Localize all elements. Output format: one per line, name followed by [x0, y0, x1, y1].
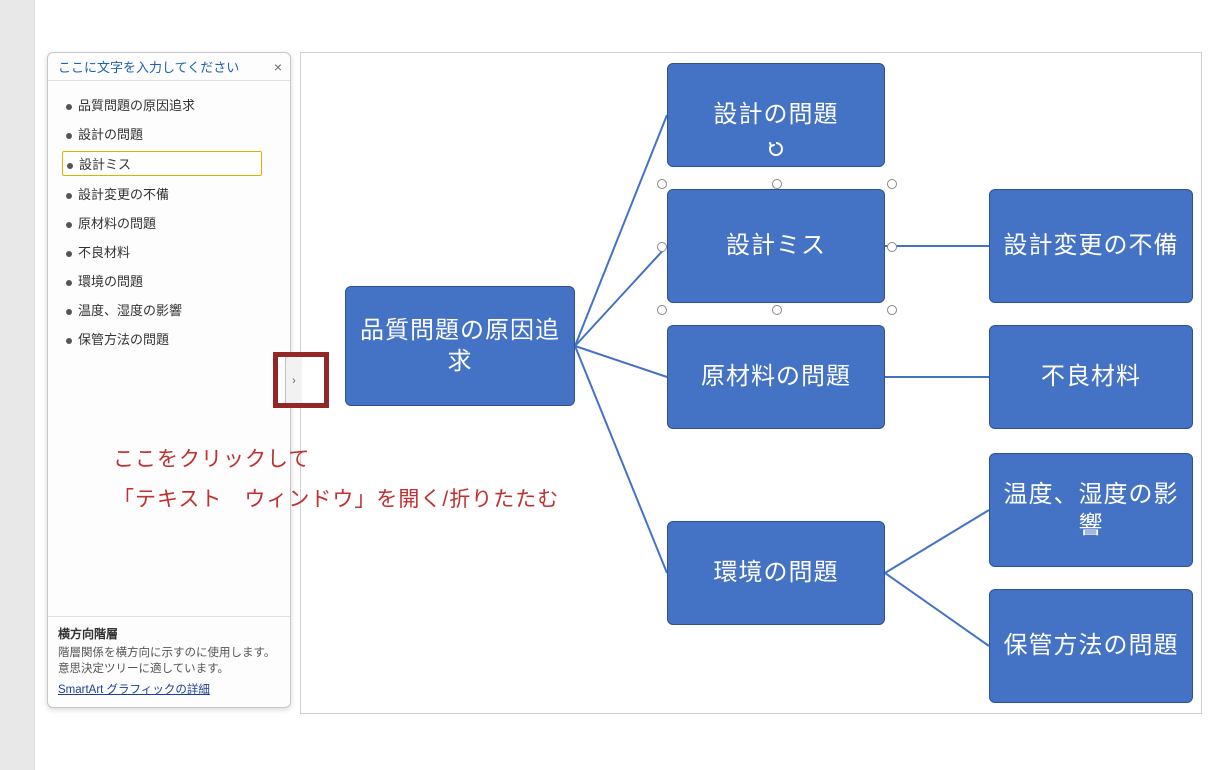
bullet-icon [66, 133, 72, 139]
outline-item[interactable]: 保管方法の問題 [62, 325, 282, 352]
smartart-text-pane[interactable]: ここに文字を入力してください × 品質問題の原因追求設計の問題設計ミス設計変更の… [47, 52, 291, 708]
selection-handle[interactable] [772, 305, 782, 315]
outline-item[interactable]: 設計ミス [62, 149, 282, 178]
left-gutter [0, 0, 35, 770]
layout-description: 階層関係を横方向に示すのに使用します。意思決定ツリーに適しています。 [58, 645, 280, 678]
outline-item[interactable]: 環境の問題 [62, 267, 282, 294]
annotation-line-2: 「テキスト ウィンドウ」を開く/折りたたむ [113, 488, 559, 511]
diagram-node-n3[interactable]: 原材料の問題 [667, 325, 885, 429]
outline-item[interactable]: 原材料の問題 [62, 209, 282, 236]
bullet-icon [66, 104, 72, 110]
outline-item-label: 不良材料 [78, 245, 130, 260]
text-pane-title: ここに文字を入力してください [58, 57, 239, 76]
text-pane-footer: 横方向階層 階層関係を横方向に示すのに使用します。意思決定ツリーに適しています。… [48, 616, 290, 707]
outline-item-label: 設計ミス [79, 157, 131, 172]
rotate-handle-icon[interactable] [768, 141, 784, 157]
selection-handle[interactable] [887, 179, 897, 189]
outline-item[interactable]: 温度、湿度の影響 [62, 296, 282, 323]
diagram-edge [575, 346, 667, 573]
annotation-line-1: ここをクリックして [113, 448, 310, 471]
outline-item-label: 品質問題の原因追求 [78, 98, 195, 113]
outline-item-label: 温度、湿度の影響 [78, 303, 182, 318]
smartart-details-link[interactable]: SmartArt グラフィックの詳細 [58, 681, 280, 697]
diagram-edge [885, 573, 989, 646]
bullet-icon [66, 309, 72, 315]
selection-handle[interactable] [887, 242, 897, 252]
diagram-node-n2[interactable]: 設計ミス [667, 189, 885, 303]
diagram-node-root[interactable]: 品質問題の原因追求 [345, 286, 575, 406]
outline-item-label: 設計の問題 [78, 127, 143, 142]
diagram-edge [885, 510, 989, 573]
diagram-edge [575, 346, 667, 377]
diagram-edge [575, 246, 667, 346]
outline-item[interactable]: 設計の問題 [62, 120, 282, 147]
text-pane-header: ここに文字を入力してください × [48, 53, 290, 81]
outline-item[interactable]: 品質問題の原因追求 [62, 91, 282, 118]
text-pane-outline[interactable]: 品質問題の原因追求設計の問題設計ミス設計変更の不備原材料の問題不良材料環境の問題… [48, 81, 290, 616]
layout-name: 横方向階層 [58, 625, 280, 642]
selection-handle[interactable] [772, 179, 782, 189]
outline-item[interactable]: 設計変更の不備 [62, 180, 282, 207]
outline-item-label: 環境の問題 [78, 274, 143, 289]
diagram-node-n4[interactable]: 環境の問題 [667, 521, 885, 625]
selection-handle[interactable] [657, 305, 667, 315]
close-icon[interactable]: × [274, 60, 282, 74]
diagram-node-n4b[interactable]: 保管方法の問題 [989, 589, 1193, 703]
outline-item[interactable]: 不良材料 [62, 238, 282, 265]
diagram-node-n3a[interactable]: 不良材料 [989, 325, 1193, 429]
outline-item-label: 設計変更の不備 [78, 187, 169, 202]
annotation-text: ここをクリックして 「テキスト ウィンドウ」を開く/折りたたむ [113, 440, 559, 520]
diagram-edge [575, 115, 667, 346]
bullet-icon [66, 193, 72, 199]
outline-item-label: 原材料の問題 [78, 216, 156, 231]
bullet-icon [66, 338, 72, 344]
selection-handle[interactable] [657, 179, 667, 189]
bullet-icon [67, 163, 73, 169]
bullet-icon [66, 280, 72, 286]
selection-handle[interactable] [887, 305, 897, 315]
outline-item-label: 保管方法の問題 [78, 332, 169, 347]
bullet-icon [66, 222, 72, 228]
highlight-box [273, 352, 329, 408]
selection-handle[interactable] [657, 242, 667, 252]
smartart-diagram[interactable]: 品質問題の原因追求設計の問題設計ミス設計変更の不備原材料の問題不良材料環境の問題… [300, 52, 1202, 714]
bullet-icon [66, 251, 72, 257]
diagram-node-n4a[interactable]: 温度、湿度の影響 [989, 453, 1193, 567]
diagram-node-n2a[interactable]: 設計変更の不備 [989, 189, 1193, 303]
